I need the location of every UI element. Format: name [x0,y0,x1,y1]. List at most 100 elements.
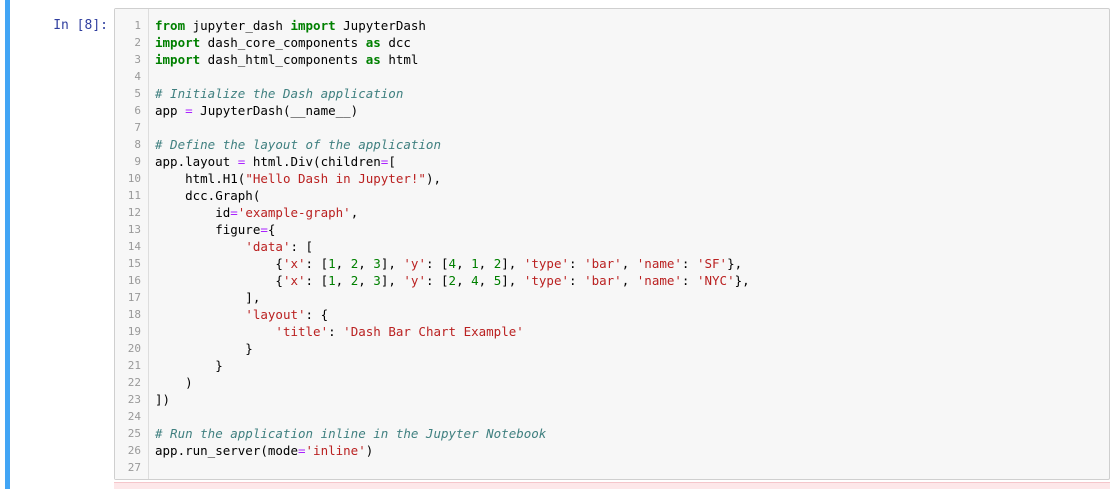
code-token: , [335,273,351,288]
code-line[interactable]: 3 import dash_html_components as html [115,51,1109,68]
code-text: {'x': [1, 2, 3], 'y': [4, 1, 2], 'type':… [155,255,742,272]
code-text: # Initialize the Dash application [155,85,403,102]
code-line[interactable]: 2 import dash_core_components as dcc [115,34,1109,51]
code-text: from jupyter_dash import JupyterDash [155,17,426,34]
code-token: : [ [305,273,329,288]
code-line[interactable]: 20 } [115,340,1109,357]
code-line[interactable]: 15 {'x': [1, 2, 3], 'y': [4, 1, 2], 'typ… [115,255,1109,272]
code-line[interactable]: 6 app = JupyterDash(__name__) [115,102,1109,119]
code-token: 'type' [523,273,569,288]
code-token: JupyterDash(__name__) [192,103,359,118]
code-line[interactable]: 24 [115,408,1109,425]
code-token: { [155,273,283,288]
code-token: ], [501,273,524,288]
code-token: ) [365,443,374,458]
code-text: app.run_server(mode='inline') [155,442,373,459]
code-token: 'layout' [245,307,306,322]
code-token: 'NYC' [696,273,735,288]
code-token: , [350,205,359,220]
code-editor[interactable]: 1 from jupyter_dash import JupyterDash 2 im… [114,8,1110,480]
code-token: = [260,222,268,237]
code-token: 4 [448,256,457,271]
line-number: 16 [127,274,141,287]
code-token: ) [155,375,193,390]
code-lines: 1 from jupyter_dash import JupyterDash 2 im… [115,17,1109,476]
code-token: : { [305,307,329,322]
code-line[interactable]: 14 'data': [ [115,238,1109,255]
code-line[interactable]: 9 app.layout = html.Div(children=[ [115,153,1109,170]
code-text: app = JupyterDash(__name__) [155,102,358,119]
code-line[interactable]: 8 # Define the layout of the application [115,136,1109,153]
line-number: 13 [127,223,141,236]
code-line[interactable]: 23]) [115,391,1109,408]
code-token: ], [155,290,261,305]
code-token: 'bar' [584,273,622,288]
code-text: html.H1("Hello Dash in Jupyter!"), [155,170,441,187]
code-line[interactable]: 4 [115,68,1109,85]
code-token: id [155,205,231,220]
code-line[interactable]: 12 id='example-graph', [115,204,1109,221]
line-number: 7 [134,121,141,134]
line-number: 1 [134,19,141,32]
code-text: 'layout': { [155,306,328,323]
notebook-code-cell[interactable]: In [8]: 1 from jupyter_dash import Jupyte… [0,0,1120,489]
code-token: "Hello Dash in Jupyter!" [245,171,426,186]
code-token: , [456,273,472,288]
code-token: 2 [448,273,457,288]
code-line[interactable]: 1 from jupyter_dash import JupyterDash [115,17,1109,34]
code-line[interactable]: 26 app.run_server(mode='inline') [115,442,1109,459]
code-token: { [267,222,276,237]
code-token: JupyterDash [335,18,426,33]
code-line[interactable]: 18 'layout': { [115,306,1109,323]
code-line[interactable]: 5 # Initialize the Dash application [115,85,1109,102]
input-prompt: In [8]: [53,18,108,33]
code-line[interactable]: 11 dcc.Graph( [115,187,1109,204]
code-token: 1 [471,256,479,271]
code-line[interactable]: 21 } [115,357,1109,374]
code-line[interactable]: 10 html.H1("Hello Dash in Jupyter!"), [115,170,1109,187]
code-token: dash_html_components [200,52,366,67]
code-token: = [185,103,193,118]
code-token: 1 [328,256,336,271]
code-token: ], [380,273,404,288]
code-token: import [290,18,336,33]
code-token: html.Div(children [245,154,381,169]
code-line[interactable]: 27 [115,459,1109,476]
code-token: , [358,273,374,288]
code-token: : [681,256,697,271]
code-line[interactable]: 17 ], [115,289,1109,306]
code-line[interactable]: 16 {'x': [1, 2, 3], 'y': [2, 4, 5], 'typ… [115,272,1109,289]
code-token: : [681,273,697,288]
code-token: html.H1( [155,171,246,186]
code-token: 'bar' [584,256,622,271]
code-text: figure={ [155,221,275,238]
code-token: , [358,256,374,271]
line-number: 12 [127,206,141,219]
code-token: = [230,205,238,220]
code-token: app.layout [155,154,238,169]
code-text: } [155,357,223,374]
line-number: 27 [127,461,141,474]
code-token: }, [734,273,750,288]
code-line[interactable]: 7 [115,119,1109,136]
line-number: 23 [127,393,141,406]
code-line[interactable]: 19 'title': 'Dash Bar Chart Example' [115,323,1109,340]
line-number: 8 [134,138,141,151]
line-number: 18 [127,308,141,321]
code-token: 'Dash Bar Chart Example' [343,324,524,339]
code-token: dcc.Graph( [155,188,261,203]
code-token: 3 [373,256,381,271]
line-number: 11 [127,189,141,202]
code-token: ], [501,256,524,271]
code-line[interactable]: 22 ) [115,374,1109,391]
code-line[interactable]: 13 figure={ [115,221,1109,238]
code-token: 'y' [403,273,426,288]
code-token: dash_core_components [200,35,366,50]
code-line[interactable]: 25 # Run the application inline in the Ju… [115,425,1109,442]
line-number: 9 [134,155,141,168]
code-token: , [478,273,494,288]
line-number: 24 [127,410,141,423]
code-token: , [621,273,637,288]
code-token: 'name' [636,273,682,288]
